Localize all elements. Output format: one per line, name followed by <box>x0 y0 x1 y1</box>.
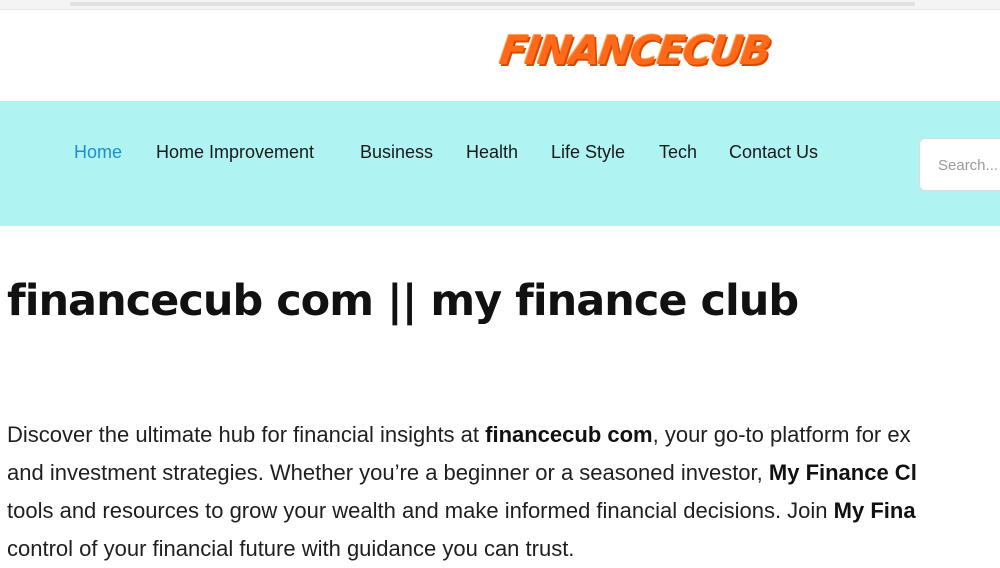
paragraph-line-2: and investment strategies. Whether you’r… <box>7 454 1000 492</box>
nav-item-life-style[interactable]: Life Style <box>551 142 625 163</box>
bold-text-run: financecub com <box>485 422 653 447</box>
page-title: financecub com || my finance club <box>7 276 799 326</box>
paragraph-line-4: control of your financial future with gu… <box>7 530 1000 568</box>
nav-item-health[interactable]: Health <box>466 142 518 163</box>
search-box[interactable] <box>919 138 1000 191</box>
text-run: and investment strategies. Whether you’r… <box>7 460 769 485</box>
search-input[interactable] <box>938 154 1000 176</box>
top-strip-bar <box>70 2 915 6</box>
nav-item-business[interactable]: Business <box>360 142 433 163</box>
site-logo[interactable]: FINANCECUB <box>497 28 773 74</box>
intro-paragraph: Discover the ultimate hub for financial … <box>7 416 1000 568</box>
nav-item-home-improvement[interactable]: Home Improvement <box>156 142 314 163</box>
text-run: , your go-to platform for ex <box>652 422 911 447</box>
nav-item-contact-us[interactable]: Contact Us <box>729 142 818 163</box>
paragraph-line-1: Discover the ultimate hub for financial … <box>7 416 1000 454</box>
main-navigation: Home Home Improvement Business Health Li… <box>0 101 1000 226</box>
browser-top-strip <box>0 0 1000 10</box>
page: FINANCECUB Home Home Improvement Busines… <box>0 0 1000 568</box>
nav-item-home[interactable]: Home <box>74 142 122 163</box>
bold-text-run: My Fina <box>833 498 916 523</box>
text-run: control of your financial future with gu… <box>7 536 575 561</box>
text-run: Discover the ultimate hub for financial … <box>7 422 486 447</box>
bold-text-run: My Finance Cl <box>768 460 917 485</box>
site-header: FINANCECUB <box>0 10 1000 101</box>
text-run: tools and resources to grow your wealth … <box>7 498 834 523</box>
paragraph-line-3: tools and resources to grow your wealth … <box>7 492 1000 530</box>
nav-item-tech[interactable]: Tech <box>659 142 697 163</box>
